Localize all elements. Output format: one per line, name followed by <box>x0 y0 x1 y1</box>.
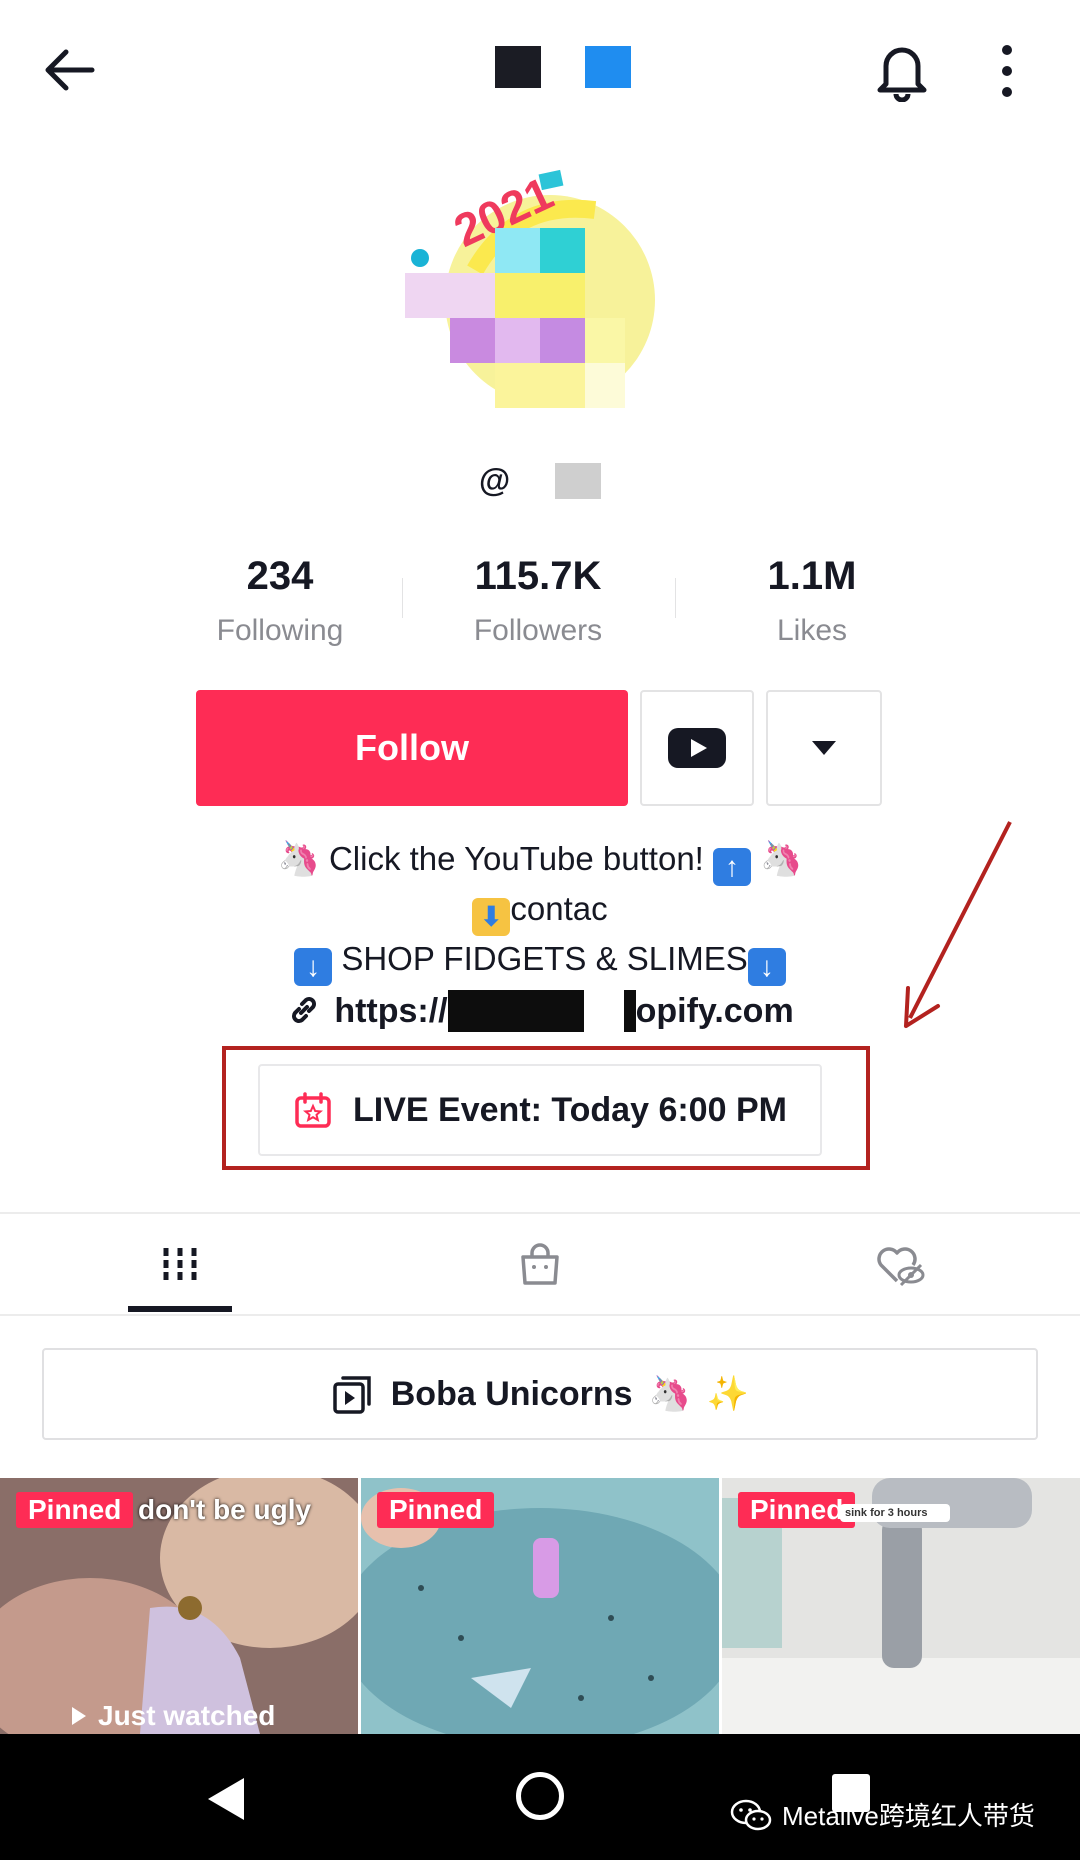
system-navigation-bar: Metalive跨境红人带货 <box>0 1734 1080 1860</box>
handle-prefix: @ <box>478 462 511 499</box>
bio-line-2: contac <box>510 890 608 927</box>
stat-value: 115.7K <box>474 554 602 598</box>
calendar-star-icon <box>295 1092 331 1128</box>
sparkles-icon: ✨ <box>706 1375 750 1413</box>
username-handle: @ <box>0 460 1080 499</box>
bell-icon[interactable] <box>872 40 932 103</box>
link-icon <box>292 997 317 1023</box>
just-watched-overlay: Just watched <box>70 1700 275 1732</box>
stat-label: Likes <box>776 614 848 647</box>
unicorn-icon: 🦄 <box>648 1375 691 1413</box>
pinned-badge: Pinned <box>738 1492 856 1528</box>
nav-back-icon[interactable] <box>206 1776 246 1822</box>
link-prefix: https:// <box>334 992 448 1030</box>
stat-following[interactable]: 234 Following <box>150 548 410 648</box>
live-event-button[interactable]: LIVE Event: Today 6:00 PM <box>258 1064 822 1156</box>
unicorn-icon: 🦄 <box>760 840 803 878</box>
top-bar <box>0 0 1080 140</box>
grid-icon <box>163 1248 197 1280</box>
link-suffix: opify.com <box>635 992 794 1030</box>
follow-button[interactable]: Follow <box>196 690 628 806</box>
youtube-icon <box>668 728 726 768</box>
just-watched-label: Just watched <box>98 1700 276 1731</box>
arrow-down-icon: ↓ <box>747 948 786 986</box>
redacted-link <box>623 990 636 1032</box>
bio-line-1: Click the YouTube button! <box>328 840 704 877</box>
hidden-likes-icon <box>877 1247 925 1287</box>
playlist-label: Boba Unicorns <box>390 1374 633 1413</box>
video-caption: don't be ugly <box>138 1494 312 1525</box>
pinned-badge: Pinned <box>16 1492 134 1528</box>
video-thumbnail[interactable]: Pinned don't be ugly Just watched <box>0 1478 358 1734</box>
stat-value: 1.1M <box>767 554 857 598</box>
active-tab-indicator <box>128 1306 232 1312</box>
profile-tabs <box>0 1214 1080 1314</box>
bio-line-3: SHOP FIDGETS & SLIMES <box>341 940 748 977</box>
playlist-button[interactable]: Boba Unicorns 🦄 ✨ <box>42 1348 1038 1440</box>
back-arrow-icon[interactable] <box>40 40 100 100</box>
live-event-label: LIVE Event: Today 6:00 PM <box>353 1090 787 1129</box>
video-thumbnail[interactable]: Pinned sink for 3 hours <box>722 1478 1080 1734</box>
tab-liked[interactable] <box>720 1214 1080 1314</box>
play-icon <box>72 1707 86 1725</box>
playlist-icon <box>333 1376 371 1414</box>
video-grid: Pinned don't be ugly Just watched Pinned… <box>0 1478 1080 1734</box>
divider <box>675 578 676 618</box>
unicorn-icon: 🦄 <box>277 840 320 878</box>
watermark: Metalive跨境红人带货 <box>730 1796 1035 1833</box>
arrow-down-icon: ↓ <box>294 948 333 986</box>
suggested-accounts-dropdown[interactable] <box>766 690 882 806</box>
profile-stats: 234 Following 115.7K Followers 1.1M Like… <box>150 548 930 658</box>
video-text-sticker: sink for 3 hours <box>840 1504 950 1522</box>
stat-value: 234 <box>246 554 314 598</box>
annotation-arrow <box>904 821 1012 1028</box>
caret-down-icon <box>812 741 836 755</box>
redacted-link <box>447 990 584 1032</box>
stat-label: Following <box>216 614 344 647</box>
arrow-up-icon: ↑ <box>713 848 752 886</box>
watermark-text: Metalive跨境红人带货 <box>782 1801 1035 1831</box>
video-thumbnail[interactable]: Pinned <box>361 1478 719 1734</box>
more-options-icon[interactable] <box>990 40 1024 102</box>
tab-shop[interactable] <box>360 1214 720 1314</box>
avatar[interactable]: 2021 <box>395 140 675 430</box>
pinned-badge: Pinned <box>377 1492 495 1528</box>
envelope-arrow-icon: ⬇ <box>472 898 511 936</box>
stat-label: Followers <box>473 614 603 647</box>
divider <box>0 1314 1080 1316</box>
stat-likes[interactable]: 1.1M Likes <box>682 548 942 648</box>
redacted-username-title <box>490 46 650 92</box>
shopping-bag-icon <box>521 1243 559 1285</box>
youtube-button[interactable] <box>640 690 754 806</box>
stat-followers[interactable]: 115.7K Followers <box>408 548 668 648</box>
tab-videos[interactable] <box>0 1214 360 1314</box>
wechat-icon <box>730 1799 772 1830</box>
nav-home-icon[interactable] <box>516 1772 564 1820</box>
redacted-handle <box>555 462 602 499</box>
divider <box>402 578 403 618</box>
